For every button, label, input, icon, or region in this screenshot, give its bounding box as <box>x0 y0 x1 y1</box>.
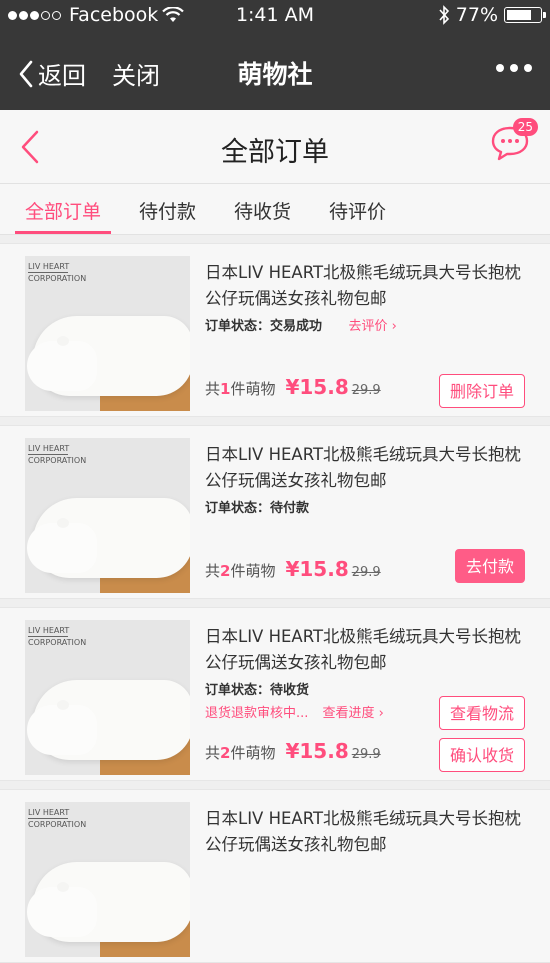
product-title[interactable]: 日本LIV HEART北极熊毛绒玩具大号长抱枕公仔玩偶送女孩礼物包邮 <box>205 260 530 312</box>
product-brand-mark: LIV HEART CORPORATION <box>28 808 87 829</box>
nav-bar: 返回 关闭 萌物社 <box>0 34 550 110</box>
bluetooth-icon <box>439 5 449 25</box>
product-title[interactable]: 日本LIV HEART北极熊毛绒玩具大号长抱枕公仔玩偶送女孩礼物包邮 <box>205 624 530 676</box>
order-card[interactable]: LIV HEART CORPORATION 日本LIV HEART北极熊毛绒玩具大… <box>0 789 550 963</box>
delete-order-button[interactable]: 删除订单 <box>438 374 525 408</box>
product-brand-mark: LIV HEART CORPORATION <box>28 626 87 647</box>
order-price: ¥15.8 <box>285 739 349 763</box>
order-card[interactable]: LIV HEART CORPORATION 日本LIV HEART北极熊毛绒玩具大… <box>0 243 550 417</box>
status-bar: Facebook 1:41 AM 77% <box>0 0 550 34</box>
page-title: 全部订单 <box>221 137 329 168</box>
review-link[interactable]: 去评价 › <box>349 319 397 334</box>
order-status: 订单状态：待收货 <box>205 683 310 698</box>
original-price: 29.9 <box>351 747 381 762</box>
order-status: 订单状态：待付款 <box>205 501 310 516</box>
price-row: 共 2 件萌物 ¥15.8 29.9 <box>205 557 381 581</box>
refund-status: 退货退款审核中... 查看进度 › <box>205 706 384 721</box>
order-list: LIV HEART CORPORATION 日本LIV HEART北极熊毛绒玩具大… <box>0 243 550 963</box>
message-button[interactable]: 25 <box>490 118 538 164</box>
product-thumbnail[interactable]: LIV HEART CORPORATION <box>25 438 190 593</box>
product-thumbnail[interactable]: LIV HEART CORPORATION <box>25 620 190 775</box>
product-title[interactable]: 日本LIV HEART北极熊毛绒玩具大号长抱枕公仔玩偶送女孩礼物包邮 <box>205 806 530 858</box>
original-price: 29.9 <box>351 565 381 580</box>
original-price: 29.9 <box>351 383 381 398</box>
product-thumbnail[interactable]: LIV HEART CORPORATION <box>25 802 190 957</box>
item-quantity: 1 <box>220 380 231 398</box>
tab-pending-payment[interactable]: 待付款 <box>139 184 196 234</box>
item-quantity: 2 <box>220 562 231 580</box>
order-card[interactable]: LIV HEART CORPORATION 日本LIV HEART北极熊毛绒玩具大… <box>0 425 550 599</box>
nav-title: 萌物社 <box>237 60 313 89</box>
order-tabs: 全部订单 待付款 待收货 待评价 <box>0 184 550 235</box>
tab-all-orders[interactable]: 全部订单 <box>15 184 112 234</box>
confirm-receipt-button[interactable]: 确认收货 <box>438 738 525 772</box>
product-brand-mark: LIV HEART CORPORATION <box>28 262 87 283</box>
order-card[interactable]: LIV HEART CORPORATION 日本LIV HEART北极熊毛绒玩具大… <box>0 607 550 781</box>
price-row: 共 1 件萌物 ¥15.8 29.9 <box>205 375 381 399</box>
order-price: ¥15.8 <box>285 375 349 399</box>
status-right-group: 77% <box>438 4 546 26</box>
more-options-icon[interactable] <box>496 64 532 72</box>
battery-icon <box>504 7 546 23</box>
page-header: 全部订单 25 <box>0 110 550 184</box>
tab-pending-review[interactable]: 待评价 <box>329 184 386 234</box>
product-thumbnail[interactable]: LIV HEART CORPORATION <box>25 256 190 411</box>
view-logistics-button[interactable]: 查看物流 <box>438 696 525 730</box>
tab-pending-receipt[interactable]: 待收货 <box>234 184 291 234</box>
view-progress-link[interactable]: 查看进度 › <box>323 706 384 721</box>
product-brand-mark: LIV HEART CORPORATION <box>28 444 87 465</box>
battery-fill <box>507 10 531 20</box>
order-price: ¥15.8 <box>285 557 349 581</box>
message-count-badge: 25 <box>512 118 538 136</box>
item-quantity: 2 <box>220 744 231 762</box>
battery-percent: 77% <box>455 4 498 26</box>
order-status: 订单状态：交易成功 去评价 › <box>205 319 397 334</box>
pay-button[interactable]: 去付款 <box>454 549 525 583</box>
product-title[interactable]: 日本LIV HEART北极熊毛绒玩具大号长抱枕公仔玩偶送女孩礼物包邮 <box>205 442 530 494</box>
price-row: 共 2 件萌物 ¥15.8 29.9 <box>205 739 381 763</box>
